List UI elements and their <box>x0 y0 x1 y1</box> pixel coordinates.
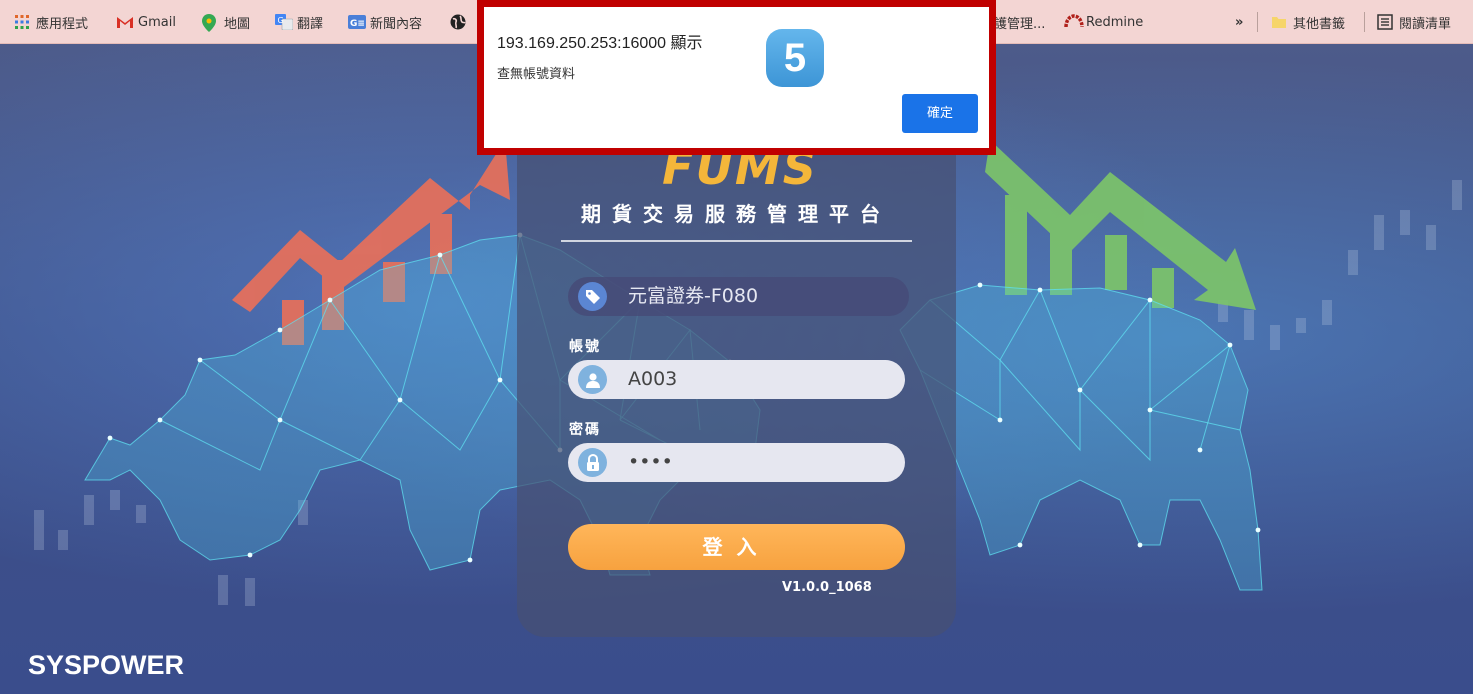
apps-grid-icon <box>14 14 30 30</box>
bookmark-label: 翻譯 <box>297 16 324 32</box>
bookmark-news[interactable]: G≡ 新聞內容 <box>348 12 422 32</box>
bookmark-redmine[interactable]: Redmine <box>1064 12 1143 32</box>
bookmark-maps[interactable]: 地圖 <box>202 12 250 32</box>
title-divider <box>561 240 912 242</box>
lock-icon <box>578 448 607 477</box>
folder-icon <box>1271 14 1287 30</box>
chevron-double-right-icon: » <box>1235 14 1244 30</box>
bookmark-maintenance[interactable]: 護管理... <box>994 12 1045 32</box>
bookmark-label: 新聞內容 <box>370 16 423 32</box>
company-select[interactable]: 元富證券-F080 <box>568 277 909 316</box>
svg-text:G≡: G≡ <box>350 19 365 29</box>
bookmark-label: 其他書籤 <box>1293 16 1346 32</box>
tag-icon <box>578 282 607 311</box>
reading-list-button[interactable]: 閱讀清單 <box>1377 12 1451 32</box>
bookmarks-separator <box>1364 12 1365 32</box>
bookmark-label: 護管理... <box>994 16 1046 32</box>
bookmark-label: Redmine <box>1086 14 1144 30</box>
alert-message: 查無帳號資料 <box>497 67 576 82</box>
password-input[interactable]: •••• <box>568 443 905 482</box>
maps-pin-icon <box>202 14 218 32</box>
bookmark-label: 應用程式 <box>36 16 89 32</box>
bookmarks-overflow-button[interactable]: » <box>1235 12 1243 32</box>
globe-icon <box>450 14 466 30</box>
syspower-brand: SYSPOWER <box>28 650 185 680</box>
version-label: V1.0.0_1068 <box>782 580 872 595</box>
alert-ok-button[interactable]: 確定 <box>902 94 978 133</box>
bookmark-apps[interactable]: 應用程式 <box>14 12 88 32</box>
login-button[interactable]: 登入 <box>568 524 905 570</box>
bookmark-gmail[interactable]: Gmail <box>116 12 176 32</box>
account-label: 帳號 <box>569 339 601 355</box>
gmail-icon <box>116 14 133 30</box>
account-value: A003 <box>628 368 678 390</box>
platform-subtitle: 期貨交易服務管理平台 <box>581 202 891 226</box>
bookmark-translate[interactable]: G 翻譯 <box>275 12 323 32</box>
reading-list-icon <box>1377 14 1393 30</box>
bookmarks-separator <box>1257 12 1258 32</box>
bookmark-label: 地圖 <box>224 16 251 32</box>
account-input[interactable]: A003 <box>568 360 905 399</box>
bookmark-label: Gmail <box>138 14 176 30</box>
other-bookmarks-folder[interactable]: 其他書籤 <box>1271 12 1345 32</box>
alert-dialog: 193.169.250.253:16000 顯示 查無帳號資料 5 確定 <box>477 0 996 155</box>
bookmark-label: 閱讀清單 <box>1399 16 1452 32</box>
svg-text:G: G <box>278 16 284 25</box>
translate-icon: G <box>275 14 294 31</box>
password-label: 密碼 <box>569 422 601 438</box>
password-value: •••• <box>628 451 673 473</box>
news-icon: G≡ <box>348 14 366 30</box>
bookmark-globe[interactable] <box>450 12 466 32</box>
step-number-badge: 5 <box>766 29 824 87</box>
redmine-icon <box>1064 14 1084 30</box>
company-value: 元富證券-F080 <box>628 285 759 307</box>
alert-title: 193.169.250.253:16000 顯示 <box>497 35 703 52</box>
user-icon <box>578 365 607 394</box>
